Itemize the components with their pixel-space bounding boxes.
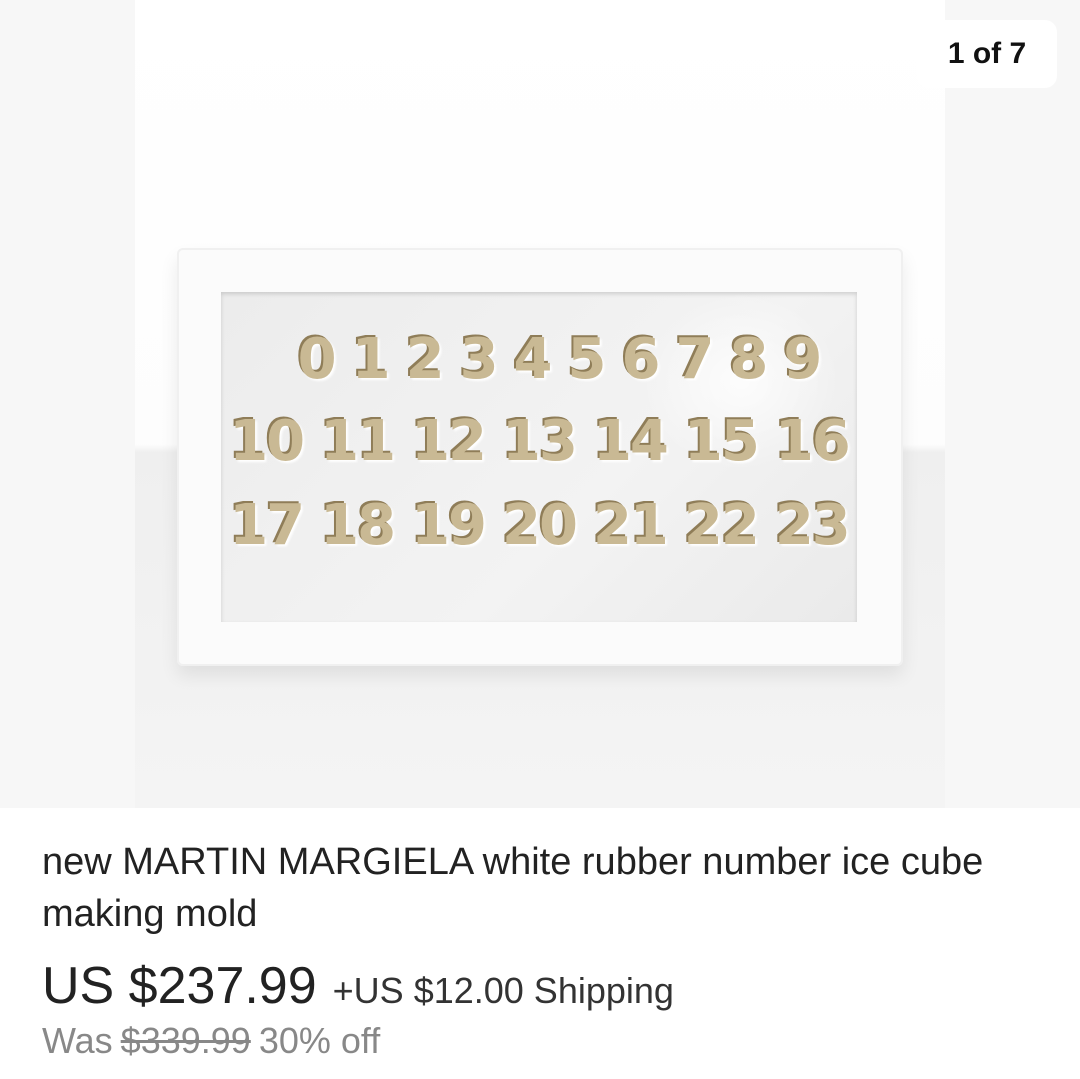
mold-number: 4 bbox=[513, 327, 553, 392]
mold-number: 14 bbox=[592, 409, 669, 474]
mold-row-2: 17 18 19 20 21 22 23 bbox=[221, 496, 857, 556]
mold-number: 19 bbox=[411, 493, 487, 558]
price-line: US $237.99 +US $12.00 Shipping bbox=[42, 956, 674, 1016]
mold-number: 0 bbox=[297, 327, 337, 392]
mold-number: 9 bbox=[783, 327, 822, 392]
mold-number: 16 bbox=[774, 409, 851, 474]
mold-number: 21 bbox=[592, 493, 669, 558]
mold-number: 10 bbox=[229, 409, 305, 474]
mold-tray: 0 1 2 3 4 5 6 7 8 9 10 11 12 13 14 15 16… bbox=[221, 292, 857, 622]
mold-number: 22 bbox=[683, 493, 760, 558]
mold-number: 7 bbox=[675, 327, 714, 392]
image-counter: 1 of 7 bbox=[917, 20, 1057, 88]
image-gallery[interactable]: 0 1 2 3 4 5 6 7 8 9 10 11 12 13 14 15 16… bbox=[0, 0, 1080, 808]
ice-mold: 0 1 2 3 4 5 6 7 8 9 10 11 12 13 14 15 16… bbox=[177, 248, 903, 666]
original-price: $339.99 bbox=[120, 1020, 251, 1061]
current-price: US $237.99 bbox=[42, 957, 317, 1015]
mold-number: 18 bbox=[320, 493, 396, 558]
mold-number: 20 bbox=[502, 493, 578, 558]
mold-number: 1 bbox=[351, 327, 391, 392]
product-photo[interactable]: 0 1 2 3 4 5 6 7 8 9 10 11 12 13 14 15 16… bbox=[135, 0, 945, 808]
mold-number: 6 bbox=[621, 327, 660, 392]
was-label: Was bbox=[42, 1020, 113, 1061]
was-price-line: Was $339.99 30% off bbox=[42, 1020, 380, 1062]
listing-title[interactable]: new MARTIN MARGIELA white rubber number … bbox=[42, 836, 1042, 940]
shipping-cost: +US $12.00 Shipping bbox=[332, 970, 674, 1011]
mold-number: 5 bbox=[567, 327, 607, 392]
mold-number: 3 bbox=[459, 327, 499, 392]
mold-row-1: 10 11 12 13 14 15 16 bbox=[221, 412, 857, 472]
mold-number: 17 bbox=[229, 493, 305, 558]
mold-number: 8 bbox=[729, 327, 768, 392]
mold-number: 23 bbox=[774, 493, 851, 558]
mold-number: 11 bbox=[320, 409, 396, 474]
discount-label: 30% off bbox=[258, 1020, 381, 1061]
mold-number: 13 bbox=[502, 409, 578, 474]
mold-number: 12 bbox=[411, 409, 487, 474]
mold-number: 2 bbox=[405, 327, 445, 392]
mold-row-0: 0 1 2 3 4 5 6 7 8 9 bbox=[221, 330, 857, 390]
listing-info: new MARTIN MARGIELA white rubber number … bbox=[0, 808, 1080, 1079]
mold-number: 15 bbox=[683, 409, 760, 474]
